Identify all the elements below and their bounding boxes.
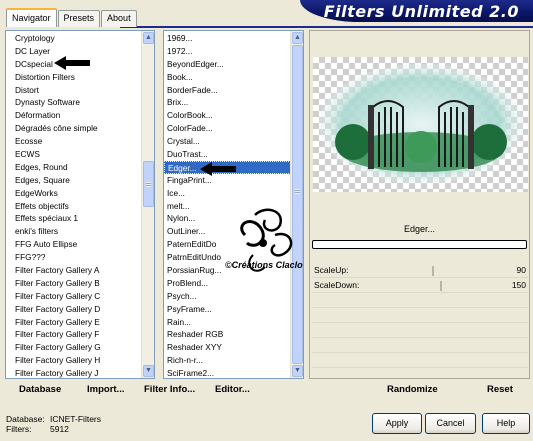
database-value: ICNET-Filters xyxy=(50,414,101,424)
filter-item[interactable]: PsyFrame... xyxy=(164,303,291,316)
scroll-up-icon[interactable]: ▲ xyxy=(143,32,154,44)
filters-count: 5912 xyxy=(50,424,69,434)
watermark: ©Créations Claclo xyxy=(225,205,315,285)
tab-bar: Navigator Presets About xyxy=(6,8,138,27)
slider-label: ScaleUp: xyxy=(314,265,349,275)
slider-scaleup[interactable]: ScaleUp: 90 xyxy=(312,264,528,278)
tab-presets[interactable]: Presets xyxy=(57,10,101,27)
empty-control-row xyxy=(312,339,528,353)
category-item[interactable]: ECWS xyxy=(6,148,142,161)
category-item[interactable]: Filter Factory Gallery F xyxy=(6,328,142,341)
scroll-down-icon[interactable]: ▼ xyxy=(143,365,154,377)
category-item[interactable]: FFG??? xyxy=(6,251,142,264)
preview-image xyxy=(313,57,528,192)
filter-item[interactable]: ColorFade... xyxy=(164,122,291,135)
empty-control-row xyxy=(312,309,528,323)
category-item[interactable]: Cryptology xyxy=(6,32,142,45)
filter-item[interactable]: BeyondEdger... xyxy=(164,58,291,71)
slider-label: ScaleDown: xyxy=(314,280,360,290)
progress-bar xyxy=(312,240,527,249)
category-item[interactable]: Filter Factory Gallery H xyxy=(6,354,142,367)
filter-item[interactable]: Rain... xyxy=(164,316,291,329)
category-item[interactable]: Déformation xyxy=(6,109,142,122)
filter-item[interactable]: BorderFade... xyxy=(164,84,291,97)
category-list[interactable]: Cryptology DC Layer DCspecial Distortion Fi… xyxy=(6,32,142,380)
arrow-left-icon xyxy=(200,162,236,176)
status-area: Database: ICNET-Filters Filters: 5912 xyxy=(6,414,101,434)
slider-knob[interactable] xyxy=(432,266,434,276)
slider-value: 150 xyxy=(511,280,526,290)
empty-control-row xyxy=(312,324,528,338)
empty-control-row xyxy=(312,294,528,308)
database-button[interactable]: Database xyxy=(19,384,61,395)
category-item[interactable]: Filter Factory Gallery B xyxy=(6,277,142,290)
category-item[interactable]: Distort xyxy=(6,84,142,97)
category-item[interactable]: Effets objectifs xyxy=(6,200,142,213)
filters-label: Filters: xyxy=(6,424,32,434)
category-item[interactable]: Filter Factory Gallery A xyxy=(6,264,142,277)
scroll-down-icon[interactable]: ▼ xyxy=(292,365,303,377)
filter-name-label: Edger... xyxy=(310,221,529,237)
filter-item[interactable]: DuoTrast... xyxy=(164,148,291,161)
title-banner: Filters Unlimited 2.0 xyxy=(300,0,533,22)
slider-value: 90 xyxy=(516,265,526,275)
category-item[interactable]: Edges, Round xyxy=(6,161,142,174)
editor-button[interactable]: Editor... xyxy=(215,384,250,395)
category-item[interactable]: Dégradés cône simple xyxy=(6,122,142,135)
empty-control-row xyxy=(312,354,528,368)
category-item[interactable]: Filter Factory Gallery G xyxy=(6,341,142,354)
database-label: Database: xyxy=(6,414,45,424)
apply-button[interactable]: Apply xyxy=(372,413,422,434)
category-item[interactable]: Filter Factory Gallery C xyxy=(6,290,142,303)
filter-item[interactable]: Book... xyxy=(164,71,291,84)
category-item[interactable]: Filter Factory Gallery J xyxy=(6,367,142,380)
category-item[interactable]: Dynasty Software xyxy=(6,96,142,109)
category-item[interactable]: Filter Factory Gallery E xyxy=(6,316,142,329)
tab-navigator[interactable]: Navigator xyxy=(6,8,57,27)
category-item[interactable]: Filter Factory Gallery D xyxy=(6,303,142,316)
scroll-up-icon[interactable]: ▲ xyxy=(292,32,303,44)
randomize-button[interactable]: Randomize xyxy=(387,384,438,395)
arrow-left-icon xyxy=(54,56,90,70)
bottom-toolbar: Database Import... Filter Info... Editor… xyxy=(5,381,530,403)
reset-button[interactable]: Reset xyxy=(487,384,513,395)
filter-item[interactable]: Brix... xyxy=(164,96,291,109)
category-scrollbar[interactable]: ▲ ▼ xyxy=(141,31,154,378)
scroll-thumb[interactable] xyxy=(143,161,154,207)
filter-item[interactable]: Psych... xyxy=(164,290,291,303)
preview-scene xyxy=(319,64,523,184)
slider-scaledown[interactable]: ScaleDown: 150 xyxy=(312,279,528,293)
filter-item[interactable]: Reshader RGB xyxy=(164,328,291,341)
filter-item[interactable]: Reshader XYY xyxy=(164,341,291,354)
preview-panel: Edger... ScaleUp: 90 ScaleDown: 150 xyxy=(309,30,530,379)
filter-item[interactable]: Crystal... xyxy=(164,135,291,148)
category-item[interactable]: EdgeWorks xyxy=(6,187,142,200)
tab-about[interactable]: About xyxy=(101,10,137,27)
slider-knob[interactable] xyxy=(440,281,442,291)
category-list-panel: Cryptology DC Layer DCspecial Distortion Fi… xyxy=(5,30,155,379)
ornament-image xyxy=(240,208,293,272)
header-rule xyxy=(120,26,533,28)
category-item[interactable]: Effets spéciaux 1 xyxy=(6,212,142,225)
category-item[interactable]: Edges, Square xyxy=(6,174,142,187)
filter-item[interactable]: 1972... xyxy=(164,45,291,58)
filter-item[interactable]: Ice... xyxy=(164,187,291,200)
filter-item[interactable]: Rich-n-r... xyxy=(164,354,291,367)
category-item[interactable]: FFG Auto Ellipse xyxy=(6,238,142,251)
category-item[interactable]: Distortion Filters xyxy=(6,71,142,84)
filter-item[interactable]: 1969... xyxy=(164,32,291,45)
cancel-button[interactable]: Cancel xyxy=(425,413,476,434)
category-item[interactable]: enki's filters xyxy=(6,225,142,238)
help-button[interactable]: Help xyxy=(482,413,530,434)
category-item[interactable]: Ecosse xyxy=(6,135,142,148)
watermark-text: ©Créations Claclo xyxy=(225,260,303,270)
window-title: Filters Unlimited 2.0 xyxy=(323,2,519,21)
filter-item[interactable]: ColorBook... xyxy=(164,109,291,122)
import-button[interactable]: Import... xyxy=(87,384,124,395)
filter-item[interactable]: SciFrame2... xyxy=(164,367,291,380)
filter-info-button[interactable]: Filter Info... xyxy=(144,384,195,395)
